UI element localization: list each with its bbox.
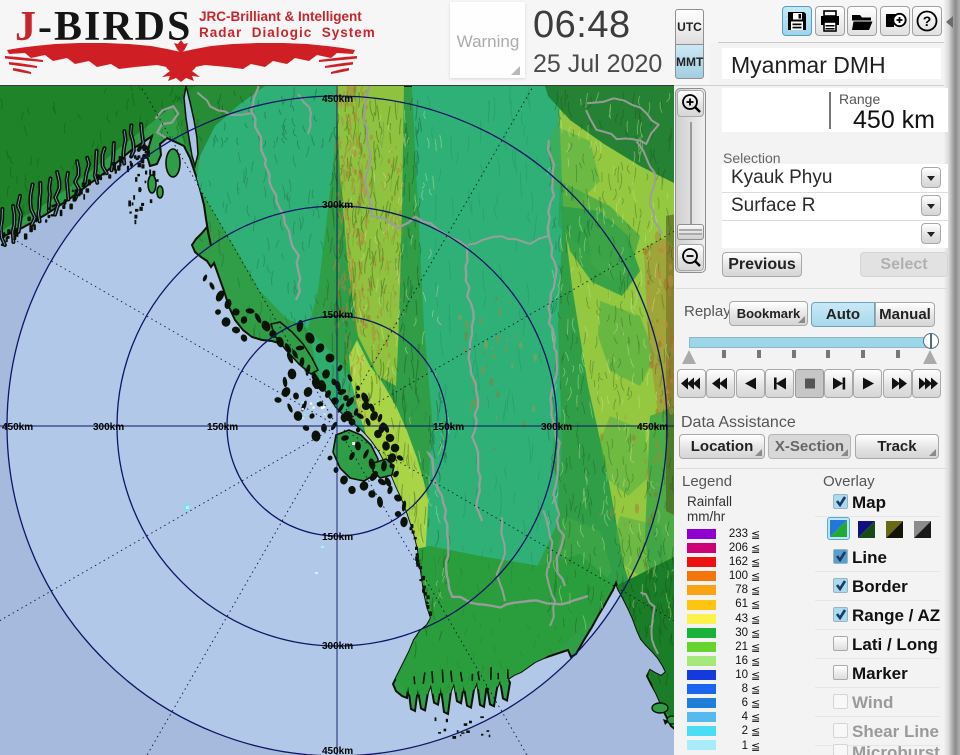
svg-text:450km: 450km <box>2 422 33 433</box>
svg-text:300km: 300km <box>541 422 572 433</box>
svg-text:?: ? <box>923 13 932 29</box>
svg-text:450km: 450km <box>637 422 668 433</box>
svg-text:150km: 150km <box>433 422 464 433</box>
svg-text:300km: 300km <box>322 641 353 652</box>
svg-text:450km: 450km <box>322 94 353 105</box>
svg-text:150km: 150km <box>322 532 353 543</box>
svg-text:300km: 300km <box>93 422 124 433</box>
svg-text:150km: 150km <box>207 422 238 433</box>
svg-text:150km: 150km <box>322 310 353 321</box>
svg-text:450km: 450km <box>322 746 353 755</box>
svg-text:300km: 300km <box>322 200 353 211</box>
